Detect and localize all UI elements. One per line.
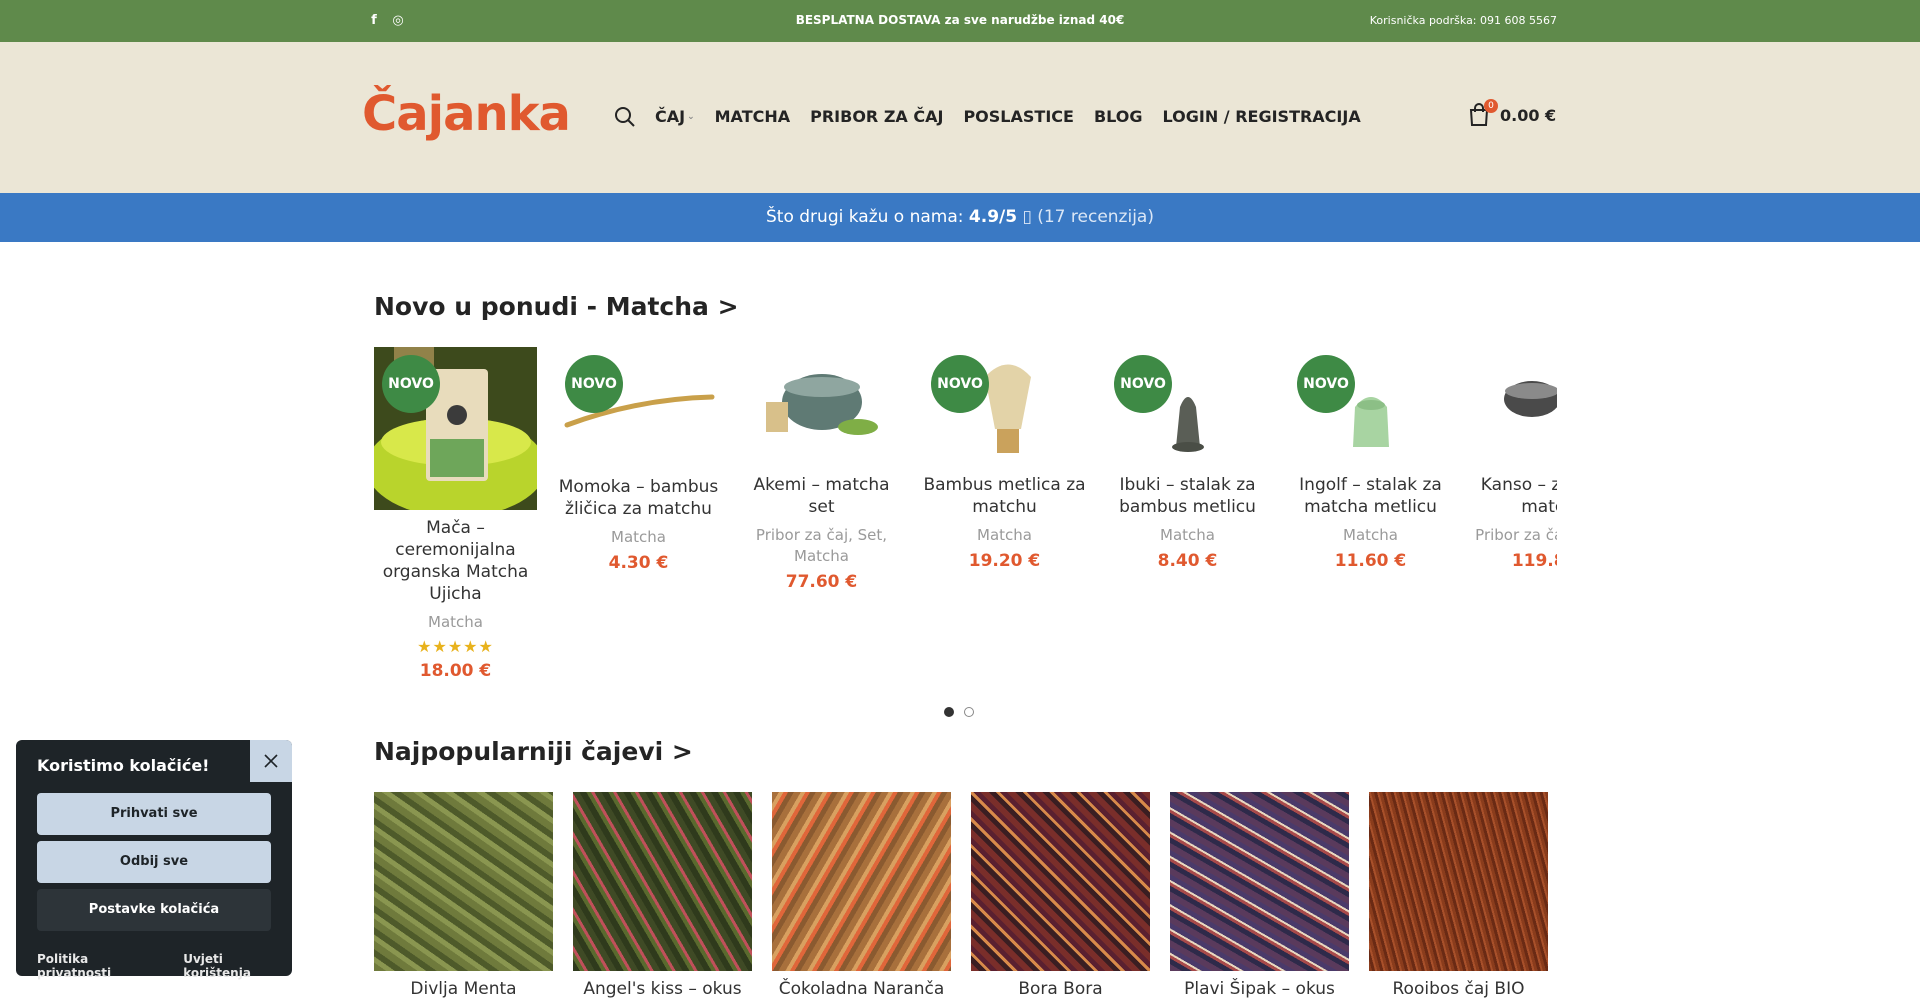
nav-item-caj[interactable]: ČAJ ⌄ xyxy=(655,107,695,126)
reviews-prefix: Što drugi kažu o nama: xyxy=(766,207,969,227)
product-price: 8.40 € xyxy=(1157,551,1218,571)
tea-name[interactable]: Čokoladna Naranča xyxy=(772,979,951,999)
privacy-policy-link[interactable]: Politika privatnosti xyxy=(37,952,163,980)
carousel-dot-2[interactable] xyxy=(964,707,974,717)
nav-item-login[interactable]: LOGIN / REGISTRACIJA xyxy=(1163,107,1361,126)
reviews-count: (17 recenzija) xyxy=(1037,207,1154,227)
product-card[interactable]: NOVO Bambus metlica za matchu Matcha 19.… xyxy=(923,347,1086,571)
product-card[interactable]: NOVO Ibuki – stalak za bambus metlicu Ma… xyxy=(1106,347,1269,571)
tea-image[interactable] xyxy=(374,792,553,971)
free-shipping-promo: BESPLATNA DOSTAVA za sve narudžbe iznad … xyxy=(795,13,1125,27)
tea-image[interactable] xyxy=(1170,792,1349,971)
product-category[interactable]: Pribor za čaj, Set, Matcha xyxy=(740,525,903,567)
nav-item-pribor[interactable]: PRIBOR ZA ČAJ xyxy=(810,107,943,126)
new-badge: NOVO xyxy=(1297,355,1355,413)
product-name[interactable]: Ingolf – stalak za matcha metlicu xyxy=(1289,474,1452,518)
product-image[interactable] xyxy=(1472,347,1557,469)
cookie-consent-dialog: Koristimo kolačiće! Prihvati sve Odbij s… xyxy=(16,740,292,980)
accept-all-cookies-button[interactable]: Prihvati sve xyxy=(37,793,271,835)
carousel-pagination xyxy=(944,707,974,717)
close-icon xyxy=(264,754,278,768)
tea-name[interactable]: Angel's kiss – okus xyxy=(573,979,752,999)
popular-section-title[interactable]: Najpopularniji čajevi > xyxy=(374,737,693,766)
product-price: 4.30 € xyxy=(608,553,669,573)
reviews-score: 4.9/5 xyxy=(968,207,1018,227)
product-name[interactable]: Bambus metlica za matchu xyxy=(923,474,1086,518)
reject-all-cookies-button[interactable]: Odbij sve xyxy=(37,841,271,883)
product-category[interactable]: Matcha xyxy=(557,527,720,548)
product-name[interactable]: Kanso – zdjela za matchu xyxy=(1472,474,1557,518)
product-category[interactable]: Matcha xyxy=(1289,525,1452,546)
tea-image[interactable] xyxy=(772,792,951,971)
new-badge: NOVO xyxy=(565,355,623,413)
product-price: 18.00 € xyxy=(419,661,492,681)
matcha-section-title[interactable]: Novo u ponudi - Matcha > xyxy=(374,292,739,321)
shopping-bag-icon: 0 xyxy=(1468,99,1498,127)
tea-image[interactable] xyxy=(971,792,1150,971)
product-category[interactable]: Matcha xyxy=(1106,525,1269,546)
tea-image[interactable] xyxy=(1369,792,1548,971)
tea-image[interactable] xyxy=(573,792,752,971)
popular-teas-row: Divlja Menta Angel's kiss – okus Čokolad… xyxy=(374,792,1548,999)
product-price: 119.80 € xyxy=(1511,551,1557,571)
product-price: 19.20 € xyxy=(968,551,1041,571)
product-image[interactable]: NOVO xyxy=(374,347,537,510)
product-image[interactable] xyxy=(740,347,903,469)
product-image[interactable]: NOVO xyxy=(1289,347,1452,469)
tea-name[interactable]: Bora Bora xyxy=(971,979,1150,999)
top-bar: f ◎ BESPLATNA DOSTAVA za sve narudžbe iz… xyxy=(0,0,1920,42)
product-price: 11.60 € xyxy=(1334,551,1407,571)
matcha-product-carousel: NOVO Mača – ceremonijalna organska Match… xyxy=(374,347,1557,707)
tea-card[interactable]: Angel's kiss – okus xyxy=(573,792,752,999)
cart-count-badge: 0 xyxy=(1484,99,1498,113)
search-icon[interactable] xyxy=(614,106,636,128)
rating-stars: ★★★★★ xyxy=(417,637,494,656)
tea-card[interactable]: Plavi Šipak – okus xyxy=(1170,792,1349,999)
tea-card[interactable]: Divlja Menta xyxy=(374,792,553,999)
tea-name[interactable]: Rooibos čaj BIO xyxy=(1369,979,1548,999)
product-name[interactable]: Mača – ceremonijalna organska Matcha Uji… xyxy=(374,517,537,605)
product-card[interactable]: NOVO Mača – ceremonijalna organska Match… xyxy=(374,347,537,681)
support-phone: Korisnička podrška: 091 608 5567 xyxy=(1369,14,1557,27)
product-image[interactable]: NOVO xyxy=(923,347,1086,469)
review-star-icon: ▯ xyxy=(1022,207,1032,227)
nav-item-matcha[interactable]: MATCHA xyxy=(715,107,791,126)
product-name[interactable]: Akemi – matcha set xyxy=(740,474,903,518)
cookie-settings-button[interactable]: Postavke kolačića xyxy=(37,889,271,931)
new-badge: NOVO xyxy=(382,355,440,413)
product-category[interactable]: Matcha xyxy=(374,612,537,633)
nav-item-poslastice[interactable]: POSLASTICE xyxy=(963,107,1074,126)
product-card[interactable]: Kanso – zdjela za matchu Pribor za čaj, … xyxy=(1472,347,1557,571)
cart-total: 0.00 € xyxy=(1500,105,1557,125)
cart-button[interactable]: 0 0.00 € xyxy=(1468,99,1557,127)
site-header: Čajanka ČAJ ⌄ MATCHA PRIBOR ZA ČAJ POSLAS… xyxy=(0,42,1920,193)
nav-item-blog[interactable]: BLOG xyxy=(1094,107,1143,126)
tea-name[interactable]: Plavi Šipak – okus xyxy=(1170,979,1349,999)
carousel-dot-1[interactable] xyxy=(944,707,954,717)
terms-of-use-link[interactable]: Uvjeti korištenja xyxy=(183,952,292,980)
product-card[interactable]: NOVO Momoka – bambus žličica za matchu M… xyxy=(557,347,720,573)
product-category[interactable]: Pribor za čaj, Matcha xyxy=(1472,525,1557,546)
tea-name[interactable]: Divlja Menta xyxy=(374,979,553,999)
product-image[interactable]: NOVO xyxy=(1106,347,1269,469)
chevron-down-icon: ⌄ xyxy=(687,111,695,122)
new-badge: NOVO xyxy=(1114,355,1172,413)
cookie-links: Politika privatnosti Uvjeti korištenja xyxy=(37,952,292,980)
main-nav: ČAJ ⌄ MATCHA PRIBOR ZA ČAJ POSLASTICE BLO… xyxy=(655,107,1361,126)
product-name[interactable]: Ibuki – stalak za bambus metlicu xyxy=(1106,474,1269,518)
tea-card[interactable]: Čokoladna Naranča xyxy=(772,792,951,999)
product-category[interactable]: Matcha xyxy=(923,525,1086,546)
reviews-bar[interactable]: Što drugi kažu o nama: 4.9/5 ▯ (17 recen… xyxy=(0,193,1920,242)
product-image[interactable]: NOVO xyxy=(557,347,720,510)
product-card[interactable]: NOVO Ingolf – stalak za matcha metlicu M… xyxy=(1289,347,1452,571)
product-card[interactable]: Akemi – matcha set Pribor za čaj, Set, M… xyxy=(740,347,903,592)
product-price: 77.60 € xyxy=(785,572,858,592)
cookie-title: Koristimo kolačiće! xyxy=(37,756,210,775)
tea-card[interactable]: Rooibos čaj BIO xyxy=(1369,792,1548,999)
new-badge: NOVO xyxy=(931,355,989,413)
site-logo[interactable]: Čajanka xyxy=(362,86,571,142)
close-cookie-button[interactable] xyxy=(250,740,292,782)
tea-card[interactable]: Bora Bora xyxy=(971,792,1150,999)
